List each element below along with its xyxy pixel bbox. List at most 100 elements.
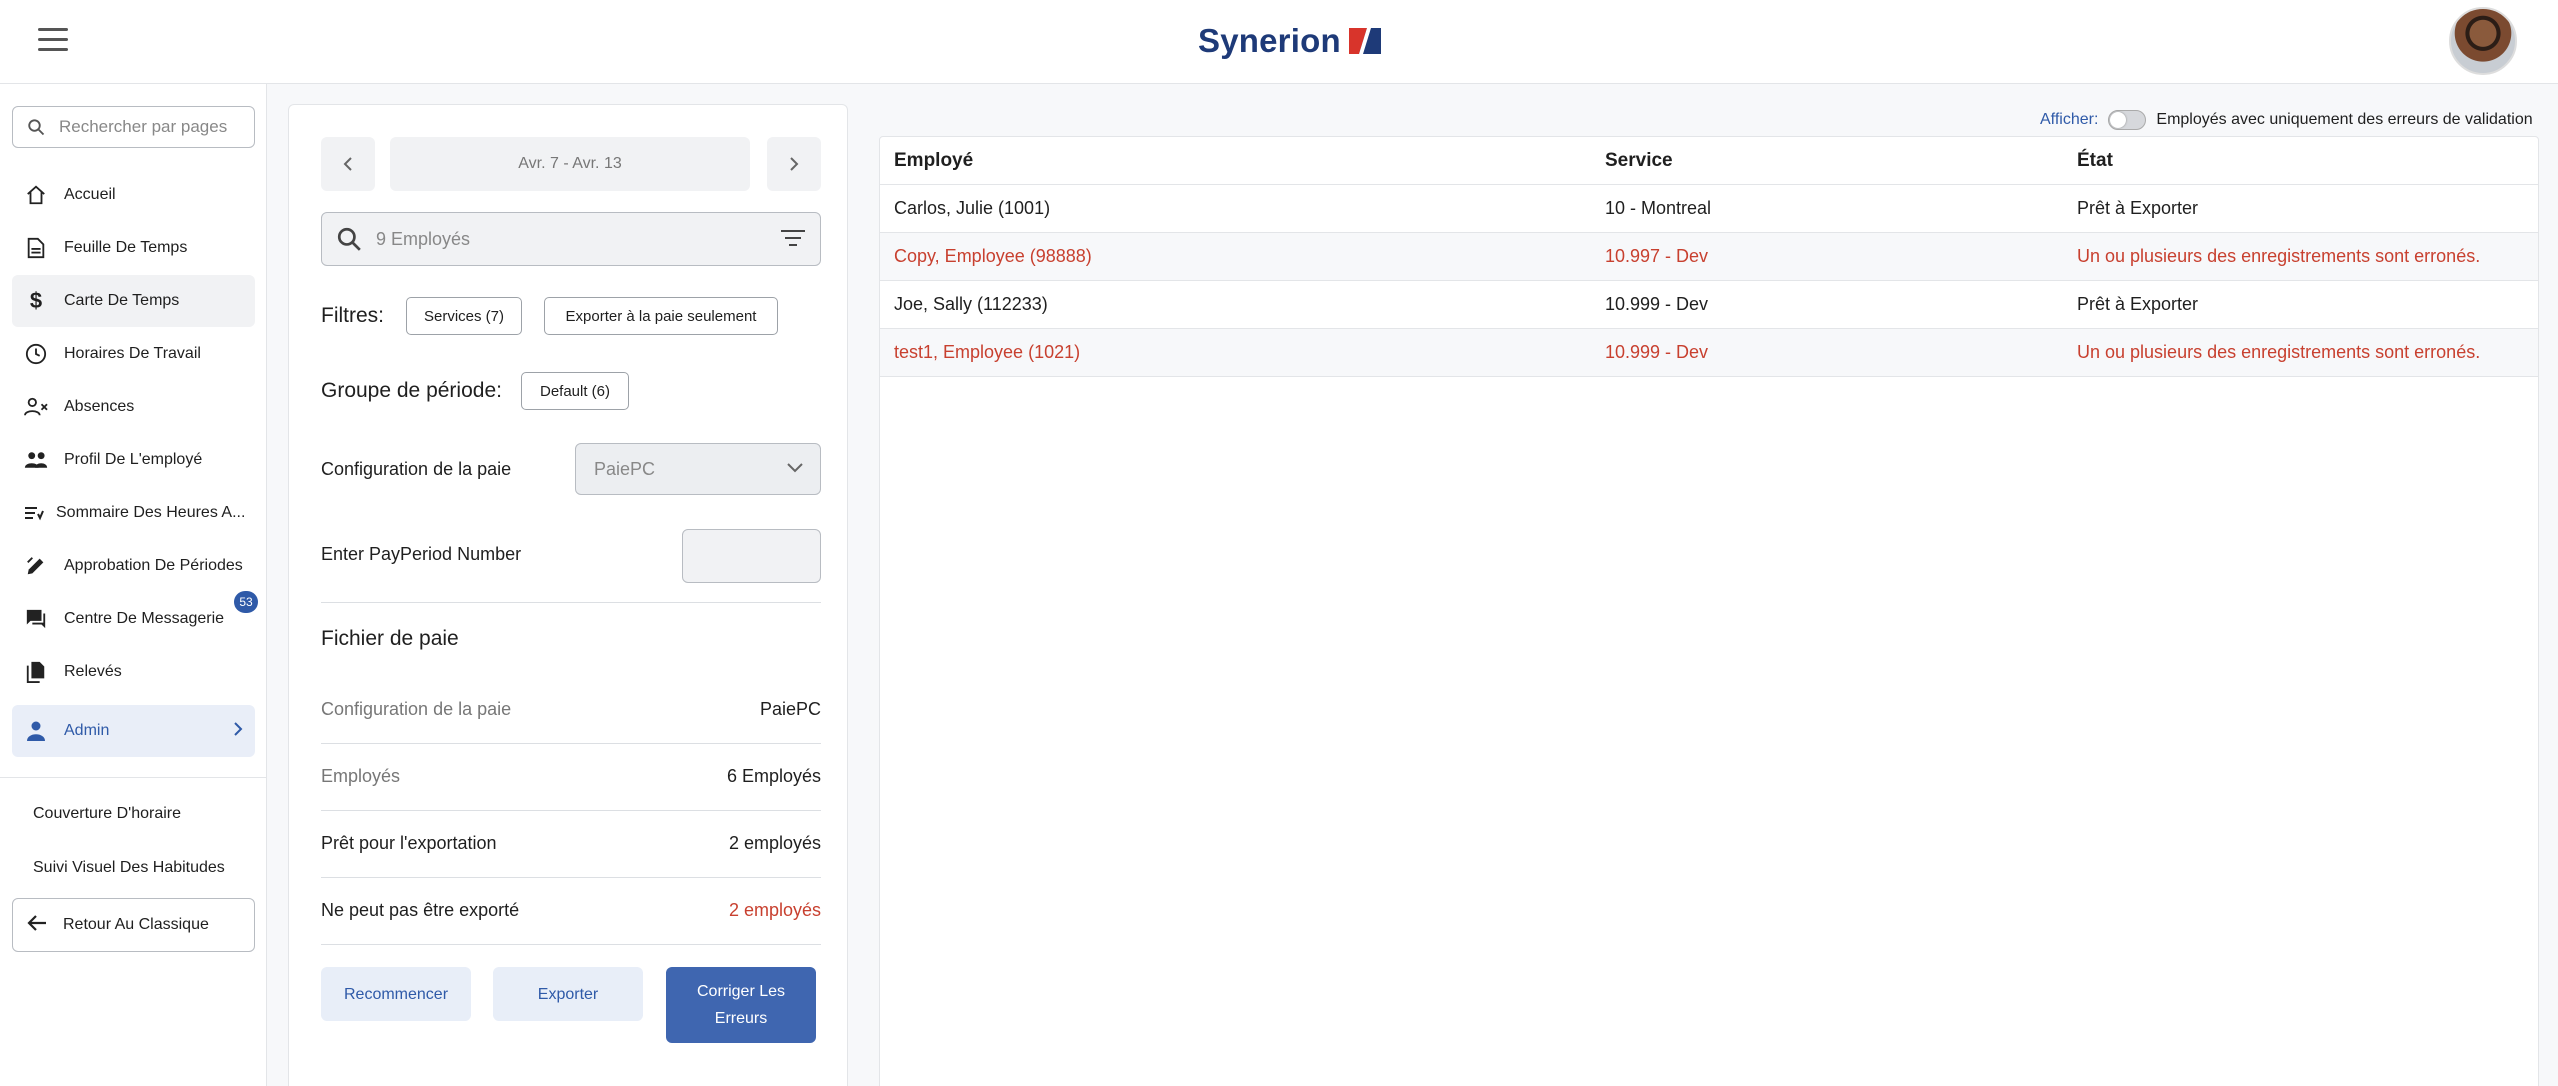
sidebar-item-horaires-de-travail[interactable]: Horaires De Travail — [12, 328, 255, 380]
employee-search-placeholder: 9 Employés — [376, 228, 471, 249]
summary-key: Configuration de la paie — [321, 699, 512, 719]
chevron-down-icon — [786, 458, 804, 479]
payroll-only-filter-chip[interactable]: Exporter à la paie seulement — [544, 297, 778, 335]
sidebar-subitem-couverture[interactable]: Couverture D'horaire — [33, 805, 181, 823]
arrow-left-icon — [27, 914, 47, 937]
list-icon — [22, 501, 46, 525]
sidebar-item-absences[interactable]: Absences — [12, 381, 255, 433]
brand-name: Synerion — [1198, 22, 1341, 59]
previous-period-button[interactable] — [321, 137, 375, 191]
cell-employee: Joe, Sally (112233) — [894, 294, 1048, 314]
export-panel: Avr. 7 - Avr. 13 9 Employés Filtres: Ser… — [288, 104, 848, 1086]
sidebar-item-profil[interactable]: Profil De L'employé — [12, 434, 255, 486]
logo[interactable]: Synerion — [1198, 18, 1383, 64]
pay-config-label: Configuration de la paie — [321, 459, 512, 479]
toggle-text: Employés avec uniquement des erreurs de … — [2156, 111, 2533, 128]
summary-value: 2 employés — [728, 833, 821, 853]
period-range[interactable]: Avr. 7 - Avr. 13 — [390, 137, 750, 191]
restart-button[interactable]: Recommencer — [321, 967, 471, 1021]
table-row[interactable]: Carlos, Julie (1001) 10 - Montreal Prêt … — [880, 185, 2538, 233]
employee-search-input[interactable]: 9 Employés — [321, 212, 821, 266]
sidebar-item-carte-de-temps[interactable]: $ Carte De Temps — [12, 275, 255, 327]
cell-service: 10 - Montreal — [1605, 198, 1712, 218]
summary-value: 6 Employés — [726, 766, 821, 786]
pay-file-title: Fichier de paie — [321, 627, 459, 650]
sidebar-item-feuille-de-temps[interactable]: Feuille De Temps — [12, 222, 255, 274]
cell-service: 10.999 - Dev — [1605, 342, 1709, 362]
sidebar-item-label: Admin — [64, 722, 110, 739]
cell-employee: Carlos, Julie (1001) — [894, 198, 1051, 218]
fix-errors-button[interactable]: Corriger Les Erreurs — [666, 967, 816, 1043]
menu-icon[interactable] — [38, 28, 70, 54]
section-divider — [321, 602, 821, 603]
sidebar-item-label: Relevés — [64, 663, 122, 680]
cell-service: 10.997 - Dev — [1605, 246, 1709, 266]
cell-state: Un ou plusieurs des enregistrements sont… — [2077, 246, 2481, 266]
employees-table: Employé Service État Carlos, Julie (1001… — [879, 136, 2539, 1086]
cell-state: Prêt à Exporter — [2077, 198, 2199, 218]
filter-icon[interactable] — [780, 227, 806, 254]
errors-only-toggle[interactable] — [2108, 110, 2147, 130]
message-count-badge: 53 — [234, 591, 258, 613]
clock-icon — [24, 342, 48, 366]
chevron-left-icon — [343, 157, 352, 171]
sidebar-item-admin[interactable]: Admin — [12, 705, 255, 757]
period-group-chip[interactable]: Default (6) — [521, 372, 629, 410]
filters-label: Filtres: — [321, 304, 384, 327]
column-header-state[interactable]: État — [2077, 150, 2113, 172]
summary-row: Prêt pour l'exportation 2 employés — [321, 833, 821, 854]
dollar-icon: $ — [29, 288, 43, 313]
sidebar-search-input[interactable]: Rechercher par pages — [12, 106, 255, 148]
sidebar-divider — [0, 777, 267, 778]
summary-divider — [321, 944, 821, 945]
sidebar-item-accueil[interactable]: Accueil — [12, 169, 255, 221]
back-to-classic-label: Retour Au Classique — [63, 916, 209, 933]
document-icon — [24, 236, 48, 260]
services-filter-chip[interactable]: Services (7) — [406, 297, 522, 335]
sidebar-item-releves[interactable]: Relevés — [12, 646, 255, 698]
cell-state: Un ou plusieurs des enregistrements sont… — [2077, 342, 2481, 362]
summary-value: PaiePC — [759, 699, 821, 719]
sidebar-item-label: Carte De Temps — [64, 292, 180, 309]
sidebar-item-sommaire[interactable]: Sommaire Des Heures A... — [12, 487, 255, 539]
cell-state: Prêt à Exporter — [2077, 294, 2199, 314]
pay-config-selected: PaiePC — [594, 458, 656, 479]
sidebar: Rechercher par pages Accueil Feuille De … — [0, 84, 267, 1086]
cell-employee: Copy, Employee (98888) — [894, 246, 1092, 266]
pay-config-select[interactable]: PaiePC — [575, 443, 821, 495]
sidebar-subitem-suivi[interactable]: Suivi Visuel Des Habitudes — [33, 859, 225, 877]
sidebar-item-centre-messagerie[interactable]: Centre De Messagerie 53 — [12, 591, 258, 645]
people-icon — [24, 448, 48, 472]
toggle-label: Afficher: — [2040, 111, 2099, 128]
flag-icon — [1348, 28, 1381, 54]
payperiod-number-input[interactable] — [682, 529, 821, 583]
files-icon — [24, 660, 48, 684]
sidebar-item-label: Absences — [64, 398, 135, 415]
column-header-employee[interactable]: Employé — [894, 150, 973, 172]
sidebar-item-label: Profil De L'employé — [64, 451, 203, 468]
table-row[interactable]: Joe, Sally (112233) 10.999 - Dev Prêt à … — [880, 281, 2538, 329]
table-row[interactable]: Copy, Employee (98888) 10.997 - Dev Un o… — [880, 233, 2538, 281]
export-button[interactable]: Exporter — [493, 967, 643, 1021]
sidebar-item-label: Sommaire Des Heures A... — [56, 504, 246, 521]
top-bar: Synerion — [0, 0, 2558, 84]
chevron-right-icon — [790, 157, 799, 171]
column-header-service[interactable]: Service — [1605, 150, 1673, 172]
avatar[interactable] — [2449, 7, 2517, 75]
chevron-right-icon — [233, 721, 243, 741]
summary-value: 2 employés — [728, 900, 821, 920]
summary-row: Configuration de la paie PaiePC — [321, 699, 821, 720]
summary-divider — [321, 877, 821, 878]
table-row[interactable]: test1, Employee (1021) 10.999 - Dev Un o… — [880, 329, 2538, 377]
sidebar-search-placeholder: Rechercher par pages — [59, 117, 228, 136]
summary-row: Employés 6 Employés — [321, 766, 821, 787]
table-header: Employé Service État — [880, 137, 2538, 185]
next-period-button[interactable] — [767, 137, 821, 191]
sidebar-item-approbation[interactable]: Approbation De Périodes — [12, 540, 255, 592]
payperiod-number-label: Enter PayPeriod Number — [321, 544, 522, 564]
error-filter-toggle-row: Afficher: Employés avec uniquement des e… — [2040, 108, 2533, 132]
back-to-classic-button[interactable]: Retour Au Classique — [12, 898, 255, 952]
summary-key: Ne peut pas être exporté — [321, 900, 520, 920]
summary-divider — [321, 810, 821, 811]
sidebar-item-label: Accueil — [64, 186, 116, 203]
